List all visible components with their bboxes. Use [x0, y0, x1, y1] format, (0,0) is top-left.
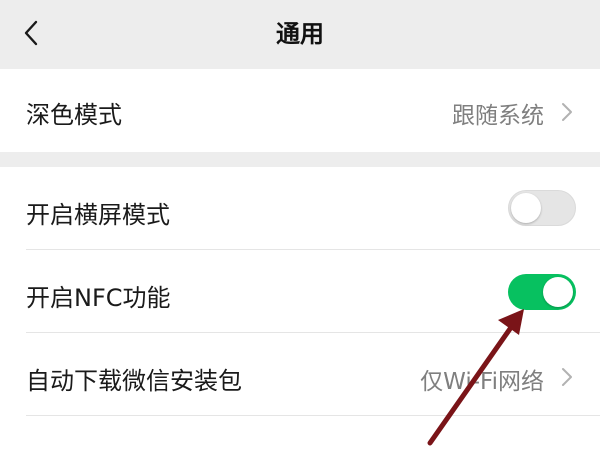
settings-group-display: 深色模式 跟随系统 — [0, 69, 600, 152]
dark-mode-label: 深色模式 — [26, 101, 122, 129]
back-button[interactable] — [16, 16, 50, 50]
chevron-left-icon — [16, 16, 50, 50]
dark-mode-value: 跟随系统 — [452, 103, 544, 129]
landscape-toggle[interactable] — [508, 190, 576, 226]
page-title: 通用 — [276, 20, 324, 48]
dark-mode-row[interactable]: 深色模式 跟随系统 — [0, 69, 600, 152]
toggle-knob — [543, 277, 573, 307]
landscape-row: 开启横屏模式 — [0, 167, 600, 249]
nfc-label: 开启NFC功能 — [26, 284, 171, 312]
nfc-row: 开启NFC功能 — [0, 250, 600, 332]
landscape-label: 开启横屏模式 — [26, 201, 170, 229]
auto-download-row[interactable]: 自动下载微信安装包 仅Wi-Fi网络 — [0, 333, 600, 415]
nav-header: 通用 — [0, 0, 600, 68]
auto-download-value: 仅Wi-Fi网络 — [420, 369, 544, 395]
chevron-right-icon — [560, 365, 574, 389]
auto-download-label: 自动下载微信安装包 — [26, 367, 242, 395]
toggle-knob — [511, 193, 541, 223]
settings-group-general: 开启横屏模式 开启NFC功能 自动下载微信安装包 仅Wi-Fi网络 — [0, 167, 600, 450]
nfc-toggle[interactable] — [508, 274, 576, 310]
next-row-partial[interactable] — [0, 416, 600, 450]
chevron-right-icon — [560, 100, 574, 124]
